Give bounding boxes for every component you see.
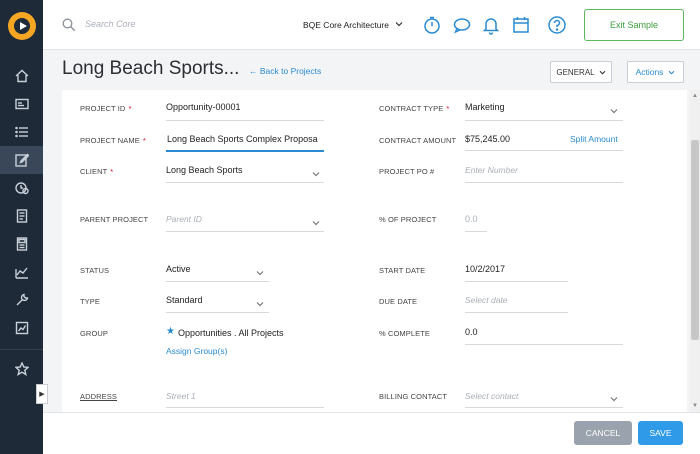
project-name-field[interactable]: Long Beach Sports Complex Proposa xyxy=(167,134,318,144)
type-select[interactable]: Standard xyxy=(166,295,203,305)
chevron-down-icon xyxy=(599,68,606,77)
field-underline xyxy=(166,312,269,313)
group-value: Opportunities . All Projects xyxy=(178,328,284,338)
report-icon[interactable] xyxy=(0,314,43,342)
chevron-down-icon[interactable] xyxy=(610,394,618,402)
project-po-label: PROJECT PO # xyxy=(379,167,435,176)
due-date-field[interactable]: Select date xyxy=(465,295,508,305)
client-select[interactable]: Long Beach Sports xyxy=(166,165,243,175)
chart-icon[interactable] xyxy=(0,258,43,286)
chevron-down-icon xyxy=(668,67,675,77)
chevron-down-icon[interactable] xyxy=(256,268,264,276)
start-date-field[interactable]: 10/2/2017 xyxy=(465,264,505,274)
scroll-up-arrow[interactable]: ▲ xyxy=(692,93,698,99)
group-label: GROUP xyxy=(80,329,109,338)
money-clock-icon[interactable] xyxy=(0,174,43,202)
help-icon[interactable] xyxy=(547,15,567,35)
field-underline xyxy=(465,120,623,121)
back-to-projects-link[interactable]: ← Back to Projects xyxy=(249,66,321,76)
cancel-button[interactable]: CANCEL xyxy=(574,421,632,445)
app-logo[interactable] xyxy=(8,12,36,40)
pct-of-project-field[interactable]: 0.0 xyxy=(465,214,478,224)
calendar-icon[interactable] xyxy=(511,15,531,35)
field-underline xyxy=(465,281,568,282)
split-amount-link[interactable]: Split Amount xyxy=(570,134,618,144)
chevron-down-icon[interactable] xyxy=(610,106,618,114)
exit-sample-button[interactable]: Exit Sample xyxy=(584,9,684,41)
field-underline xyxy=(465,182,623,183)
edit-icon[interactable] xyxy=(0,146,43,174)
star-icon: ★ xyxy=(166,326,175,337)
list-icon[interactable] xyxy=(0,118,43,146)
save-button[interactable]: SAVE xyxy=(638,421,683,445)
field-underline xyxy=(465,312,568,313)
search-icon[interactable] xyxy=(62,18,76,34)
parent-project-select[interactable]: Parent ID xyxy=(166,214,202,224)
project-id-label: PROJECT ID * xyxy=(80,104,132,113)
chat-icon[interactable] xyxy=(452,15,472,35)
pct-complete-label: % COMPLETE xyxy=(379,329,431,338)
field-underline xyxy=(166,281,269,282)
due-date-label: DUE DATE xyxy=(379,297,418,306)
actions-dropdown[interactable]: Actions xyxy=(627,61,684,83)
scroll-thumb[interactable] xyxy=(691,140,699,340)
timer-icon[interactable] xyxy=(422,15,442,35)
pct-complete-field[interactable]: 0.0 xyxy=(465,327,478,337)
general-dropdown-label: GENERAL xyxy=(556,67,595,77)
contract-amount-field[interactable]: $75,245.00 xyxy=(465,134,510,144)
contract-type-select[interactable]: Marketing xyxy=(465,102,505,112)
status-label: STATUS xyxy=(80,266,110,275)
field-underline xyxy=(465,150,623,151)
home-icon[interactable] xyxy=(0,62,43,90)
chevron-down-icon[interactable] xyxy=(395,19,403,29)
scroll-down-arrow[interactable]: ▼ xyxy=(692,403,698,409)
document-icon[interactable] xyxy=(0,202,43,230)
top-bar: Search Core BQE Core Architecture Exit S… xyxy=(43,0,700,50)
project-name-label: PROJECT NAME * xyxy=(80,136,146,145)
assign-group-link[interactable]: Assign Group(s) xyxy=(166,346,227,356)
contract-amount-label: CONTRACT AMOUNT xyxy=(379,136,457,145)
contract-type-label: CONTRACT TYPE * xyxy=(379,104,450,113)
chevron-down-icon[interactable] xyxy=(312,218,320,226)
status-select[interactable]: Active xyxy=(166,264,191,274)
actions-dropdown-label: Actions xyxy=(635,67,664,77)
project-form: PROJECT ID * Opportunity-00001 PROJECT NA… xyxy=(62,90,687,412)
calculator-icon[interactable] xyxy=(0,230,43,258)
company-selector[interactable]: BQE Core Architecture xyxy=(303,20,389,30)
field-underline xyxy=(465,344,623,345)
type-label: TYPE xyxy=(80,297,100,306)
field-underline-focused xyxy=(166,150,324,152)
project-po-input[interactable]: Enter Number xyxy=(465,165,518,175)
field-underline xyxy=(465,407,623,408)
wrench-icon[interactable] xyxy=(0,286,43,314)
bell-icon[interactable] xyxy=(481,15,501,35)
field-underline xyxy=(166,182,324,183)
field-underline xyxy=(166,407,324,408)
sidebar-expand-toggle[interactable]: ▶ xyxy=(36,384,48,404)
sidebar-divider xyxy=(0,349,43,350)
billing-contact-label: BILLING CONTACT xyxy=(379,392,448,401)
parent-project-label: PARENT PROJECT xyxy=(80,215,149,224)
general-dropdown[interactable]: GENERAL xyxy=(550,61,612,83)
client-label: CLIENT * xyxy=(80,167,114,176)
pct-of-project-label: % OF PROJECT xyxy=(379,215,437,224)
id-card-icon[interactable] xyxy=(0,90,43,118)
field-underline xyxy=(465,231,487,232)
field-underline xyxy=(166,231,324,232)
page-title: Long Beach Sports... xyxy=(62,58,240,79)
field-underline xyxy=(166,120,324,121)
project-id-field[interactable]: Opportunity-00001 xyxy=(166,102,241,112)
star-icon[interactable] xyxy=(0,355,43,383)
billing-contact-select[interactable]: Select contact xyxy=(465,391,518,401)
search-input[interactable]: Search Core xyxy=(85,19,136,29)
vertical-scrollbar[interactable]: ▲ ▼ xyxy=(690,90,700,412)
start-date-label: START DATE xyxy=(379,266,426,275)
chevron-down-icon[interactable] xyxy=(312,169,320,177)
chevron-down-icon[interactable] xyxy=(256,299,264,307)
address-label[interactable]: ADDRESS xyxy=(80,392,117,401)
address-street1-input[interactable]: Street 1 xyxy=(166,391,196,401)
